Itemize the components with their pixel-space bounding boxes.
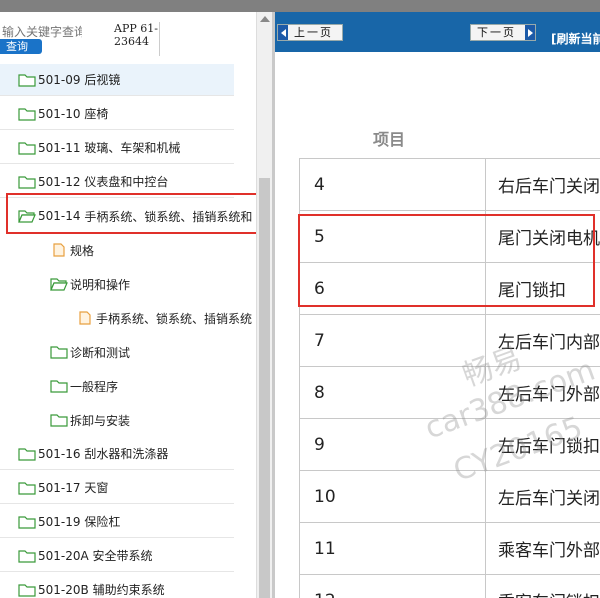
- tree-item-code: 501-11: [38, 140, 81, 155]
- tree-scrollbar[interactable]: [256, 12, 272, 598]
- tree-item-501-09[interactable]: 501-09 后视镜: [0, 64, 234, 96]
- window-top-strip: [0, 0, 600, 12]
- tree-item-code: 501-10: [38, 106, 81, 121]
- document-toolbar: 上一页 下一页 [刷新当前: [275, 12, 600, 52]
- tree-item-label: 说明和操作: [70, 277, 131, 292]
- tree-item-code: 501-09: [38, 72, 81, 87]
- tree-item-code: 501-12: [38, 174, 81, 189]
- tree-item-501-17[interactable]: 501-17 天窗: [0, 472, 234, 504]
- row-item: 乘客车门锁扣: [486, 575, 600, 598]
- folder-icon: [18, 549, 36, 563]
- app-code-line1: APP 61-: [114, 22, 158, 35]
- folder-icon: [18, 141, 36, 155]
- row-item: 左后车门锁扣: [498, 437, 600, 457]
- folder-icon: [18, 175, 36, 189]
- folder-icon: [50, 346, 68, 359]
- tree-item-diagnosis-testing[interactable]: 诊断和测试: [0, 336, 256, 368]
- row-item: 左后车门关闭: [498, 489, 600, 509]
- folder-icon: [18, 447, 36, 461]
- tree-item-code: 501-20B: [38, 582, 89, 597]
- parts-table: 4 右后车门关闭 5 尾门关闭电机 6 尾门锁扣 7 左后车门内部 8 左后车门…: [299, 158, 600, 598]
- row-number: 7: [299, 315, 486, 366]
- row-number: 4: [299, 159, 486, 210]
- tree-item-label: 玻璃、车架和机械: [84, 141, 181, 155]
- tree-item-specifications[interactable]: 规格: [0, 234, 256, 266]
- column-header-item: 项目: [373, 130, 406, 149]
- file-icon: [53, 243, 65, 257]
- row-item: 乘客车门外部: [498, 541, 600, 561]
- tree-item-501-11[interactable]: 501-11 玻璃、车架和机械: [0, 132, 234, 164]
- tree-item-description-operation[interactable]: 说明和操作: [0, 268, 256, 300]
- table-row: 7 左后车门内部: [299, 315, 600, 367]
- tree-item-501-16[interactable]: 501-16 刮水器和洗涤器: [0, 438, 234, 470]
- table-row: 8 左后车门外部: [299, 367, 600, 419]
- table-row: 12 乘客车门锁扣: [299, 575, 600, 598]
- row-number: 11: [299, 523, 486, 574]
- table-row: 4 右后车门关闭: [299, 159, 600, 211]
- tree-item-501-19[interactable]: 501-19 保险杠: [0, 506, 234, 538]
- folder-icon: [18, 583, 36, 597]
- document-view: 项目 4 右后车门关闭 5 尾门关闭电机 6 尾门锁扣 7 左后车门内部 8 左…: [275, 52, 600, 598]
- arrow-right-icon: [525, 25, 535, 40]
- folder-icon: [18, 107, 36, 121]
- tree-item-label: 仪表盘和中控台: [84, 175, 169, 189]
- next-page-label: 下一页: [477, 26, 516, 39]
- folder-icon: [50, 414, 68, 427]
- tree-item-501-20b[interactable]: 501-20B 辅助约束系统: [0, 574, 234, 598]
- folder-icon: [18, 73, 36, 87]
- search-button[interactable]: 查询: [0, 39, 42, 54]
- folder-icon: [18, 515, 36, 529]
- row-item: 右后车门关闭: [498, 177, 600, 197]
- navigation-panel: 查询 APP 61- 23644 501-09 后视镜 501-10 座椅 50…: [0, 12, 272, 598]
- row-number: 9: [299, 419, 486, 470]
- table-row: 11 乘客车门外部: [299, 523, 600, 575]
- folder-open-icon: [50, 278, 68, 291]
- tree-item-code: 501-20A: [38, 548, 89, 563]
- prev-page-button[interactable]: 上一页: [277, 24, 343, 41]
- row-number: 8: [299, 367, 486, 418]
- highlight-box-rows: [298, 214, 595, 307]
- highlight-box-tree: [6, 193, 263, 234]
- tree-item-removal-installation[interactable]: 拆卸与安装: [0, 404, 256, 436]
- scrollbar-thumb[interactable]: [259, 178, 270, 598]
- search-area: 查询 APP 61- 23644: [0, 12, 256, 58]
- tree-item-label: 后视镜: [84, 73, 121, 87]
- arrow-left-icon: [278, 25, 288, 40]
- tree-item-label: 规格: [70, 243, 95, 258]
- row-number: 10: [299, 471, 486, 522]
- tree-item-label: 天窗: [84, 481, 109, 495]
- next-page-button[interactable]: 下一页: [470, 24, 536, 41]
- row-item: 左后车门内部: [498, 333, 600, 353]
- tree-item-label: 刮水器和洗涤器: [84, 447, 169, 461]
- folder-icon: [18, 481, 36, 495]
- tree-item-label: 辅助约束系统: [92, 583, 165, 597]
- app-code-label: APP 61- 23644: [114, 22, 160, 56]
- prev-page-label: 上一页: [294, 26, 333, 39]
- file-icon: [79, 311, 91, 325]
- tree-item-501-10[interactable]: 501-10 座椅: [0, 98, 234, 130]
- table-row: 9 左后车门锁扣: [299, 419, 600, 471]
- tree-item-code: 501-17: [38, 480, 81, 495]
- tree-item-label: 一般程序: [70, 379, 119, 394]
- tree-item-label: 手柄系统、锁系统、插销系统: [96, 311, 253, 326]
- tree-item-label: 安全带系统: [92, 549, 153, 563]
- tree-item-general-procedures[interactable]: 一般程序: [0, 370, 256, 402]
- scroll-up-arrow-icon[interactable]: [260, 16, 270, 22]
- refresh-link[interactable]: [刷新当前: [551, 30, 600, 47]
- tree-item-label: 保险杠: [84, 515, 121, 529]
- row-number: 12: [299, 575, 486, 598]
- tree-item-label: 座椅: [84, 107, 109, 121]
- tree-item-501-20a[interactable]: 501-20A 安全带系统: [0, 540, 234, 572]
- app-code-line2: 23644: [114, 35, 149, 48]
- tree-item-label: 诊断和测试: [70, 345, 131, 360]
- table-row: 10 左后车门关闭: [299, 471, 600, 523]
- tree-item-handle-lock-latch[interactable]: 手柄系统、锁系统、插销系统: [0, 302, 256, 334]
- row-item: 左后车门外部: [498, 385, 600, 405]
- folder-icon: [50, 380, 68, 393]
- tree-item-label: 拆卸与安装: [70, 413, 131, 428]
- tree-item-code: 501-19: [38, 514, 81, 529]
- tree-item-code: 501-16: [38, 446, 81, 461]
